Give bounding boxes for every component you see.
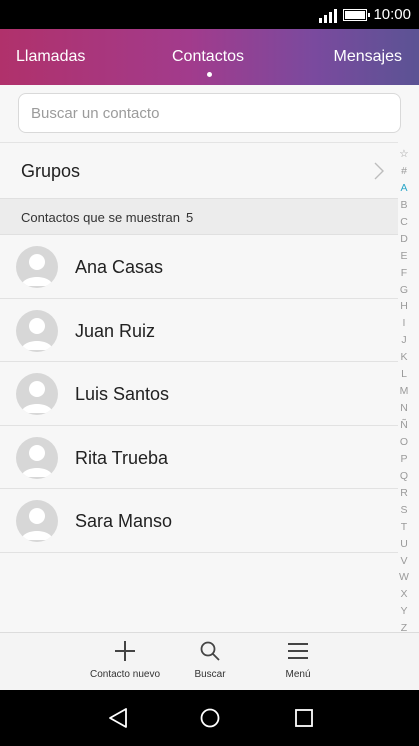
recent-apps-icon[interactable] [293, 707, 315, 729]
avatar-icon [16, 436, 58, 479]
bottom-toolbar: Contacto nuevo Buscar Menú [0, 632, 419, 690]
tab-calls[interactable]: Llamadas [16, 48, 85, 66]
avatar-icon [16, 500, 58, 543]
alphabet-index-letter[interactable]: X [393, 586, 415, 603]
alphabet-index-letter[interactable]: I [393, 315, 415, 332]
alphabet-index-letter[interactable]: S [393, 502, 415, 519]
contact-row[interactable]: Rita Trueba [0, 426, 398, 490]
alphabet-index-letter[interactable]: V [393, 553, 415, 570]
tab-messages[interactable]: Mensajes [334, 48, 402, 66]
alphabet-index[interactable]: ☆ # A B C D E F G H I J K L M N Ñ O P Q R S T U V W X Y Z [393, 146, 415, 637]
alphabet-index-letter[interactable]: T [393, 519, 415, 536]
alphabet-index-letter[interactable]: E [393, 248, 415, 265]
alphabet-index-letter[interactable]: O [393, 434, 415, 451]
alphabet-index-letter[interactable]: Ñ [393, 417, 415, 434]
tab-bar: Llamadas Contactos Mensajes [0, 29, 419, 85]
alphabet-index-letter[interactable]: Y [393, 603, 415, 620]
alphabet-index-letter[interactable]: # [393, 163, 415, 180]
chevron-right-icon [374, 162, 384, 180]
alphabet-index-letter[interactable]: ☆ [393, 146, 415, 163]
status-time: 10:00 [373, 6, 411, 23]
alphabet-index-letter[interactable]: A [393, 180, 415, 197]
groups-row[interactable]: Grupos [0, 142, 398, 198]
status-icons: 10:00 [319, 0, 411, 29]
alphabet-index-letter[interactable]: U [393, 536, 415, 553]
menu-button[interactable]: Menú [272, 639, 324, 680]
avatar-icon [16, 246, 58, 288]
avatar-icon [16, 373, 58, 416]
contact-row[interactable]: Luis Santos [0, 362, 398, 426]
alphabet-index-letter[interactable]: N [393, 400, 415, 417]
menu-icon [288, 643, 308, 659]
alphabet-index-letter[interactable]: L [393, 366, 415, 383]
active-tab-indicator [207, 72, 212, 77]
contact-name: Rita Trueba [75, 447, 169, 468]
alphabet-index-letter[interactable]: P [393, 451, 415, 468]
contact-row[interactable]: Ana Casas [0, 235, 398, 299]
alphabet-index-letter[interactable]: F [393, 265, 415, 282]
search-area [0, 85, 419, 142]
navigation-bar [0, 690, 419, 746]
avatar-icon [16, 309, 58, 352]
alphabet-index-letter[interactable]: H [393, 298, 415, 315]
plus-icon [115, 641, 135, 661]
contact-row[interactable]: Juan Ruiz [0, 299, 398, 363]
alphabet-index-letter[interactable]: W [393, 569, 415, 586]
back-icon[interactable] [107, 707, 129, 729]
search-input[interactable] [18, 93, 401, 133]
alphabet-index-letter[interactable]: K [393, 349, 415, 366]
contact-count: 5 [185, 210, 194, 225]
search-button[interactable]: Buscar [184, 639, 236, 680]
search-label: Buscar [194, 669, 226, 680]
alphabet-index-letter[interactable]: B [393, 197, 415, 214]
tab-contacts[interactable]: Contactos [172, 48, 244, 66]
status-bar: 10:00 [0, 0, 419, 29]
alphabet-index-letter[interactable]: Q [393, 468, 415, 485]
groups-label: Grupos [21, 161, 81, 181]
contact-name: Juan Ruiz [75, 320, 156, 341]
contact-name: Sara Manso [75, 511, 173, 532]
battery-icon [343, 8, 371, 21]
alphabet-index-letter[interactable]: M [393, 383, 415, 400]
alphabet-index-letter[interactable]: J [393, 332, 415, 349]
signal-icon [319, 7, 338, 23]
contact-name: Luis Santos [75, 384, 170, 405]
contact-row[interactable]: Sara Manso [0, 489, 398, 553]
contact-name: Ana Casas [75, 257, 164, 277]
new-contact-button[interactable]: Contacto nuevo [86, 639, 164, 680]
alphabet-index-letter[interactable]: C [393, 214, 415, 231]
contact-list: Ana Casas Juan Ruiz Luis Santos Rita Tru… [0, 235, 398, 553]
home-icon[interactable] [199, 707, 221, 729]
alphabet-index-letter[interactable]: G [393, 282, 415, 299]
new-contact-label: Contacto nuevo [89, 669, 161, 680]
section-header: Contactos que se muestran 5 [0, 198, 398, 235]
alphabet-index-letter[interactable]: R [393, 485, 415, 502]
search-icon [200, 641, 220, 661]
menu-label: Menú [285, 669, 311, 680]
alphabet-index-letter[interactable]: D [393, 231, 415, 248]
section-label: Contactos que se muestran [21, 210, 180, 225]
